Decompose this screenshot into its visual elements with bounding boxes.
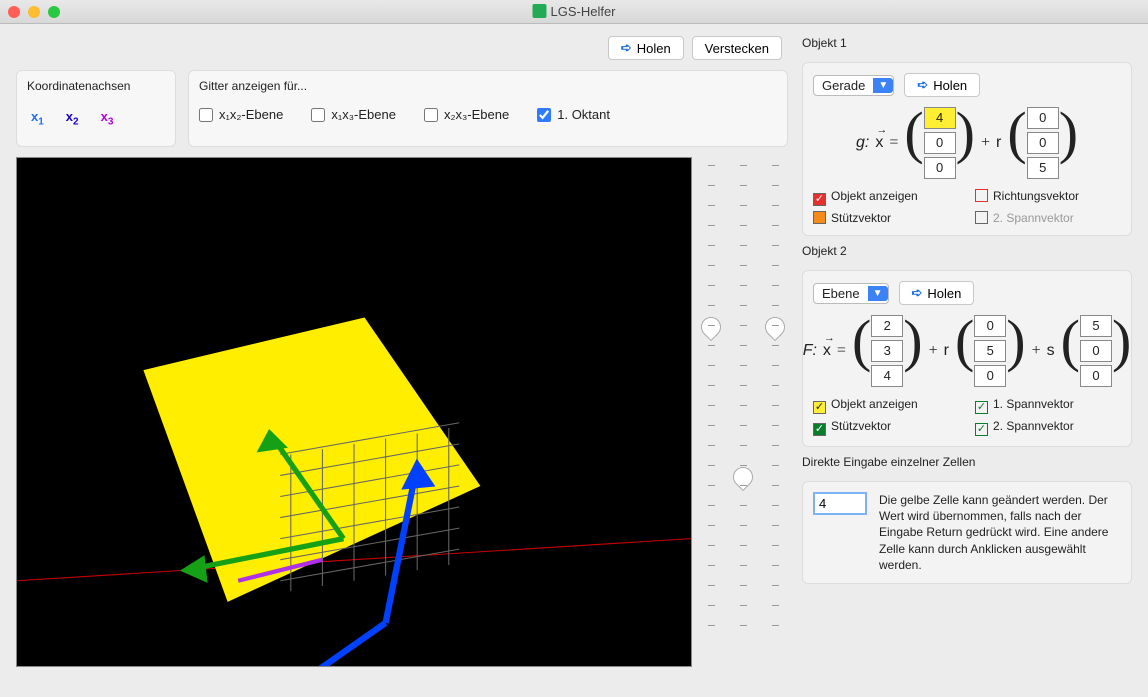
slider-2[interactable]	[730, 157, 756, 637]
axes-label: Koordinatenachsen	[27, 79, 165, 93]
grid-x1x3-checkbox[interactable]: x₁x₃-Ebene	[311, 107, 396, 122]
obj2-panel: Ebene▼ ➪Holen F: x = ( 2 3 4 ) + r ( 0 5…	[802, 270, 1132, 447]
arrow-right-icon: ➪	[912, 285, 923, 301]
obj2-span2-1[interactable]: 0	[1080, 340, 1112, 362]
obj1-show-checkbox[interactable]: ✓Objekt anzeigen	[813, 189, 959, 206]
obj2-span2-0[interactable]: 5	[1080, 315, 1112, 337]
obj1-dir-0[interactable]: 0	[1027, 107, 1059, 129]
obj2-support-0[interactable]: 2	[871, 315, 903, 337]
obj1-support-checkbox[interactable]: Stützvektor	[813, 211, 959, 225]
obj1-support-1[interactable]: 0	[924, 132, 956, 154]
hide-button[interactable]: Verstecken	[692, 36, 782, 60]
zoom-window-button[interactable]	[48, 6, 60, 18]
titlebar: LGS-Helfer	[0, 0, 1148, 24]
axis-x2[interactable]: x2	[66, 109, 79, 128]
obj2-title: Objekt 2	[802, 244, 1132, 258]
obj1-dir-checkbox[interactable]: Richtungsvektor	[975, 189, 1121, 206]
window-title: LGS-Helfer	[532, 4, 615, 19]
direct-help: Die gelbe Zelle kann geändert werden. De…	[879, 492, 1121, 573]
obj1-title: Objekt 1	[802, 36, 1132, 50]
obj2-show-checkbox[interactable]: ✓Objekt anzeigen	[813, 397, 959, 414]
close-window-button[interactable]	[8, 6, 20, 18]
direct-title: Direkte Eingabe einzelner Zellen	[802, 455, 1132, 469]
obj2-support-2[interactable]: 4	[871, 365, 903, 387]
obj1-dir-1[interactable]: 0	[1027, 132, 1059, 154]
obj2-fetch-button[interactable]: ➪Holen	[899, 281, 975, 305]
minimize-window-button[interactable]	[28, 6, 40, 18]
chevron-down-icon: ▼	[873, 78, 893, 93]
obj2-span1-2[interactable]: 0	[974, 365, 1006, 387]
grid-oktant-checkbox[interactable]: 1. Oktant	[537, 107, 610, 122]
obj2-span1-1[interactable]: 5	[974, 340, 1006, 362]
axis-x1[interactable]: x1	[31, 109, 44, 128]
obj1-fetch-button[interactable]: ➪Holen	[904, 73, 980, 97]
obj2-support-1[interactable]: 3	[871, 340, 903, 362]
viewport-3d[interactable]	[16, 157, 692, 668]
grid-x2x3-checkbox[interactable]: x₂x₃-Ebene	[424, 107, 509, 122]
direct-input[interactable]	[813, 492, 867, 515]
slider-3[interactable]	[762, 157, 788, 637]
direct-panel: Die gelbe Zelle kann geändert werden. De…	[802, 481, 1132, 584]
obj2-span2-2[interactable]: 0	[1080, 365, 1112, 387]
obj1-dir-2[interactable]: 5	[1027, 157, 1059, 179]
slider-1[interactable]	[698, 157, 724, 637]
arrow-right-icon: ➪	[621, 40, 632, 56]
obj2-span1-checkbox[interactable]: ✓1. Spannvektor	[975, 397, 1121, 414]
obj1-panel: Gerade▼ ➪Holen g: x = ( 4 0 0 ) + r ( 0 …	[802, 62, 1132, 236]
axis-x3[interactable]: x3	[101, 109, 114, 128]
obj1-support-0[interactable]: 4	[924, 107, 956, 129]
obj2-support-checkbox[interactable]: ✓Stützvektor	[813, 419, 959, 436]
obj2-span1-0[interactable]: 0	[974, 315, 1006, 337]
obj1-type-select[interactable]: Gerade▼	[813, 75, 894, 96]
obj1-support-2[interactable]: 0	[924, 157, 956, 179]
fetch-button[interactable]: ➪Holen	[608, 36, 684, 60]
obj2-span2-checkbox[interactable]: ✓2. Spannvektor	[975, 419, 1121, 436]
chevron-down-icon: ▼	[868, 286, 888, 301]
grid-x1x2-checkbox[interactable]: x₁x₂-Ebene	[199, 107, 283, 122]
arrow-right-icon: ➪	[917, 77, 928, 93]
obj1-span2-checkbox: 2. Spannvektor	[975, 211, 1121, 225]
grid-label: Gitter anzeigen für...	[199, 79, 777, 93]
obj2-type-select[interactable]: Ebene▼	[813, 283, 889, 304]
